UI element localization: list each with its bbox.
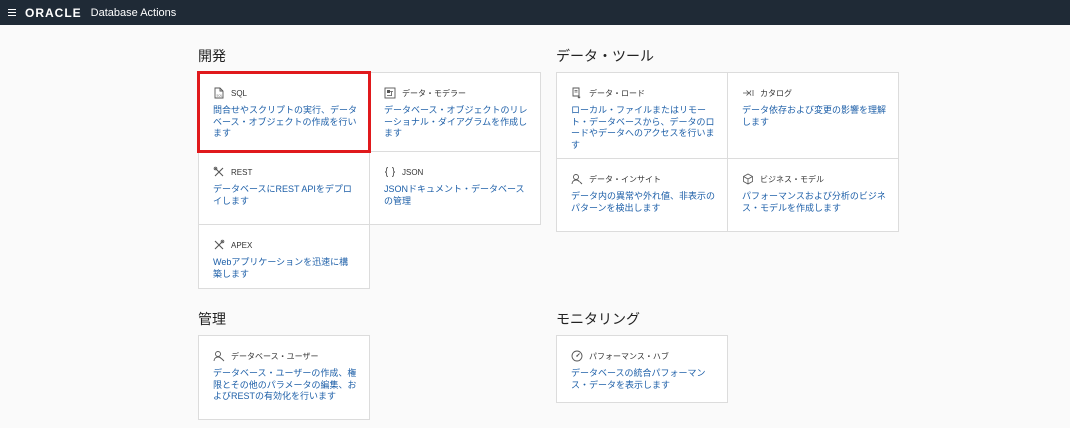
card-label: JSON — [402, 167, 424, 177]
oracle-logo: ORACLE — [25, 5, 82, 20]
card-description[interactable]: JSONドキュメント・データベースの管理 — [384, 184, 528, 207]
card-label: データ・ロード — [589, 88, 645, 98]
card-json[interactable]: JSON JSONドキュメント・データベースの管理 — [370, 152, 541, 225]
hamburger-menu-icon[interactable] — [0, 0, 22, 25]
top-bar: ORACLE Database Actions — [0, 0, 1070, 25]
card-rest[interactable]: REST データベースにREST APIをデプロイします — [199, 152, 370, 225]
card-description[interactable]: データベース・オブジェクトのリレーショナル・ダイアグラムを作成します — [384, 105, 528, 140]
svg-text:SQL: SQL — [216, 94, 222, 98]
section-title-development: 開発 — [198, 48, 226, 64]
card-apex[interactable]: APEX Webアプリケーションを迅速に構築します — [199, 225, 370, 289]
rest-tools-icon — [213, 166, 225, 178]
section-title-data-tools: データ・ツール — [556, 48, 654, 64]
catalog-icon — [742, 87, 754, 99]
card-performance-hub[interactable]: パフォーマンス・ハブ データベースの統合パフォーマンス・データを表示します — [557, 336, 728, 403]
card-description[interactable]: データ内の異常や外れ値、非表示のパターンを検出します — [571, 191, 715, 214]
card-business-model[interactable]: ビジネス・モデル パフォーマンスおよび分析のビジネス・モデルを作成します — [728, 159, 899, 232]
card-description[interactable]: データベース・ユーザーの作成、権限とその他のパラメータの編集、およびRESTの有… — [213, 368, 357, 403]
business-model-icon — [742, 173, 754, 185]
card-data-modeler[interactable]: データ・モデラー データベース・オブジェクトのリレーショナル・ダイアグラムを作成… — [370, 73, 541, 152]
card-sql[interactable]: SQL SQL 問合せやスクリプトの実行、データベース・オブジェクトの作成を行い… — [199, 73, 370, 152]
apex-tools-icon — [213, 239, 225, 251]
app-title: Database Actions — [90, 6, 177, 19]
performance-gauge-icon — [571, 350, 583, 362]
card-data-load[interactable]: データ・ロード ローカル・ファイルまたはリモート・データベースから、データのロー… — [557, 73, 728, 159]
card-description[interactable]: データ依存および変更の影響を理解します — [742, 105, 886, 128]
card-label: パフォーマンス・ハブ — [589, 351, 669, 361]
monitoring-grid: パフォーマンス・ハブ データベースの統合パフォーマンス・データを表示します — [556, 335, 728, 403]
sql-file-icon: SQL — [213, 87, 225, 99]
card-label: ビジネス・モデル — [760, 174, 824, 184]
card-description[interactable]: 問合せやスクリプトの実行、データベース・オブジェクトの作成を行います — [213, 105, 357, 140]
card-label: データ・モデラー — [402, 88, 466, 98]
data-modeler-icon — [384, 87, 396, 99]
development-grid: SQL SQL 問合せやスクリプトの実行、データベース・オブジェクトの作成を行い… — [198, 72, 541, 289]
card-data-insight[interactable]: データ・インサイト データ内の異常や外れ値、非表示のパターンを検出します — [557, 159, 728, 232]
card-label: APEX — [231, 240, 253, 250]
launchpad: 開発 SQL SQL 問合せやスクリプトの実行、データベース・オブジェクトの作成… — [0, 25, 1070, 428]
card-description[interactable]: Webアプリケーションを迅速に構築します — [213, 257, 357, 280]
admin-grid: データベース・ユーザー データベース・ユーザーの作成、権限とその他のパラメータの… — [198, 335, 370, 420]
card-description[interactable]: データベースにREST APIをデプロイします — [213, 184, 357, 207]
database-users-icon — [213, 350, 225, 362]
data-load-icon — [571, 87, 583, 99]
section-title-monitoring: モニタリング — [556, 311, 640, 327]
card-label: カタログ — [760, 88, 792, 98]
card-catalog[interactable]: カタログ データ依存および変更の影響を理解します — [728, 73, 899, 159]
card-label: REST — [231, 167, 253, 177]
section-title-admin: 管理 — [198, 311, 226, 327]
card-label: データ・インサイト — [589, 174, 661, 184]
card-description[interactable]: データベースの統合パフォーマンス・データを表示します — [571, 368, 715, 391]
card-description[interactable]: パフォーマンスおよび分析のビジネス・モデルを作成します — [742, 191, 886, 214]
card-label: データベース・ユーザー — [231, 351, 319, 361]
card-description[interactable]: ローカル・ファイルまたはリモート・データベースから、データのロードやデータへのア… — [571, 105, 715, 151]
card-database-users[interactable]: データベース・ユーザー データベース・ユーザーの作成、権限とその他のパラメータの… — [199, 336, 370, 420]
card-label: SQL — [231, 88, 248, 98]
data-tools-grid: データ・ロード ローカル・ファイルまたはリモート・データベースから、データのロー… — [556, 72, 899, 232]
data-insight-icon — [571, 173, 583, 185]
json-braces-icon — [384, 166, 396, 178]
